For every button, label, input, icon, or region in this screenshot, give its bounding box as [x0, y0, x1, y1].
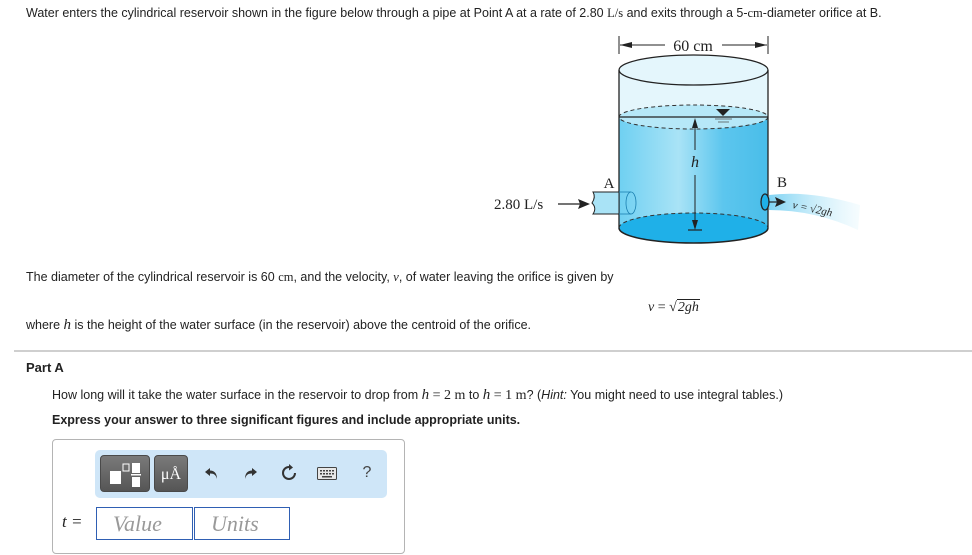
question-h1: h	[421, 387, 430, 403]
question-text: How long will it take the water surface …	[52, 387, 783, 404]
templates-icon	[110, 463, 141, 487]
units-button[interactable]: μÅ	[154, 455, 188, 492]
point-b-label: B	[777, 175, 787, 191]
width-label: 60 cm	[673, 38, 713, 55]
formula-eq: =	[654, 300, 670, 315]
hint-label: Hint:	[541, 388, 567, 402]
tank-top-rim	[618, 54, 769, 86]
desc-text: The diameter of the cylindrical reservoi…	[26, 270, 279, 284]
rate-unit: L/s	[607, 6, 624, 20]
hint-text: You might need to use integral tables.)	[566, 388, 783, 402]
reset-icon[interactable]	[277, 461, 301, 485]
point-a-label: A	[604, 176, 615, 192]
desc-text-middle: , and the velocity,	[293, 270, 394, 284]
undo-icon[interactable]	[200, 461, 224, 485]
where-text: where h is the height of the water surfa…	[26, 317, 531, 334]
inflow-arrow	[558, 199, 590, 209]
intro-text-end: -diameter orifice at B.	[762, 6, 882, 20]
templates-button[interactable]	[100, 455, 150, 492]
description: The diameter of the cylindrical reservoi…	[26, 270, 614, 285]
part-title: Part A	[26, 360, 64, 375]
where-text-end: is the height of the water surface (in t…	[71, 318, 532, 332]
redo-icon[interactable]	[238, 461, 262, 485]
where-text-start: where	[26, 318, 64, 332]
section-divider	[14, 350, 972, 352]
value-input[interactable]	[96, 507, 193, 540]
orifice-b	[760, 193, 770, 211]
question-start: How long will it take the water surface …	[52, 388, 422, 402]
intro-text-middle: and exits through a 5-	[623, 6, 748, 20]
desc-text-end: , of water leaving the orifice is given …	[398, 270, 614, 284]
height-label: h	[691, 154, 699, 171]
formula-radicand: 2gh	[676, 299, 700, 315]
problem-intro: Water enters the cylindrical reservoir s…	[26, 6, 882, 21]
units-input[interactable]	[194, 507, 290, 540]
sqrt-sign: √	[669, 300, 677, 315]
diameter-unit: cm	[747, 6, 763, 20]
question-eq2: = 1 m	[490, 388, 527, 403]
where-var: h	[63, 317, 72, 333]
instruction-text: Express your answer to three significant…	[52, 413, 521, 427]
velocity-formula: v = √2gh	[648, 298, 700, 316]
inflow-rate-label: 2.80 L/s	[494, 197, 543, 213]
question-to: to	[465, 388, 483, 402]
math-toolbar: μÅ ?	[95, 450, 387, 498]
question-mid: ? (	[526, 388, 542, 402]
keyboard-icon[interactable]	[315, 461, 339, 485]
intro-text: Water enters the cylindrical reservoir s…	[26, 6, 608, 20]
desc-unit: cm	[278, 270, 294, 284]
reservoir-figure: 60 cm h A 2.80 L/s B v = √2gh	[480, 30, 860, 250]
help-button[interactable]: ?	[355, 461, 379, 485]
question-eq1: = 2 m	[429, 388, 466, 403]
answer-variable-label: t =	[62, 512, 83, 531]
